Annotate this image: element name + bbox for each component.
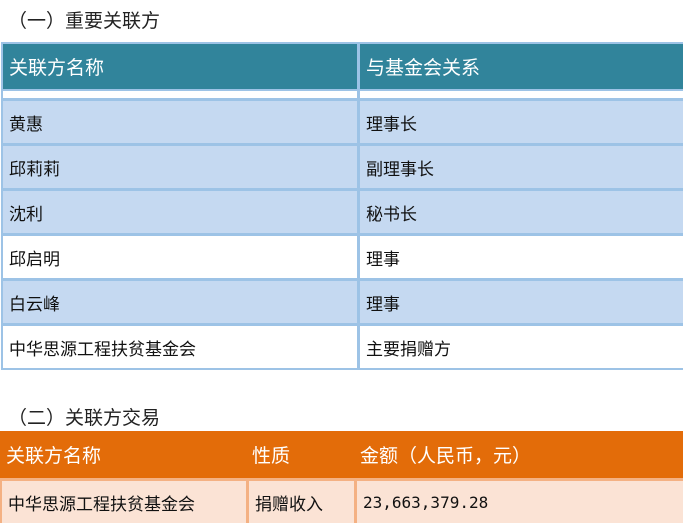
table-row: 中华思源工程扶贫基金会 主要捐赠方 xyxy=(3,326,683,368)
nature-cell: 捐赠收入 xyxy=(246,481,354,523)
relation-cell: 秘书长 xyxy=(357,191,683,236)
relation-cell: 理事 xyxy=(357,236,683,281)
table-spacer-row xyxy=(3,91,683,101)
table-row: 白云峰 理事 xyxy=(3,281,683,326)
table-row: 中华思源工程扶贫基金会 捐赠收入 23,663,379.28 xyxy=(0,481,683,523)
relation-cell: 理事长 xyxy=(357,101,683,146)
party-name-cell: 邱启明 xyxy=(3,236,357,281)
table-header-row: 关联方名称 与基金会关系 xyxy=(3,44,683,91)
amount-cell: 23,663,379.28 xyxy=(354,481,683,523)
party-name-cell: 中华思源工程扶贫基金会 xyxy=(0,481,246,523)
section-title-transactions: （二）关联方交易 xyxy=(8,407,161,429)
table-header-row: 关联方名称 性质 金额（人民币，元） xyxy=(0,431,683,481)
relation-cell: 副理事长 xyxy=(357,146,683,191)
party-name-cell: 沈利 xyxy=(3,191,357,236)
column-header-party-name: 关联方名称 xyxy=(3,44,357,91)
transactions-table: 关联方名称 性质 金额（人民币，元） 中华思源工程扶贫基金会 捐赠收入 23,6… xyxy=(0,431,683,523)
column-header-relation: 与基金会关系 xyxy=(357,44,683,91)
related-parties-table: 关联方名称 与基金会关系 黄惠 理事长 邱莉莉 副理事长 沈利 秘书长 邱启明 … xyxy=(1,42,683,370)
column-header-amount: 金额（人民币，元） xyxy=(354,431,683,481)
party-name-cell: 邱莉莉 xyxy=(3,146,357,191)
table-row: 沈利 秘书长 xyxy=(3,191,683,236)
party-name-cell: 中华思源工程扶贫基金会 xyxy=(3,326,357,368)
column-header-party-name: 关联方名称 xyxy=(0,431,246,481)
table-row: 黄惠 理事长 xyxy=(3,101,683,146)
relation-cell: 主要捐赠方 xyxy=(357,326,683,368)
party-name-cell: 白云峰 xyxy=(3,281,357,326)
party-name-cell: 黄惠 xyxy=(3,101,357,146)
table-row: 邱莉莉 副理事长 xyxy=(3,146,683,191)
table-row: 邱启明 理事 xyxy=(3,236,683,281)
relation-cell: 理事 xyxy=(357,281,683,326)
column-header-nature: 性质 xyxy=(246,431,354,481)
section-title-related-parties: （一）重要关联方 xyxy=(8,10,161,32)
